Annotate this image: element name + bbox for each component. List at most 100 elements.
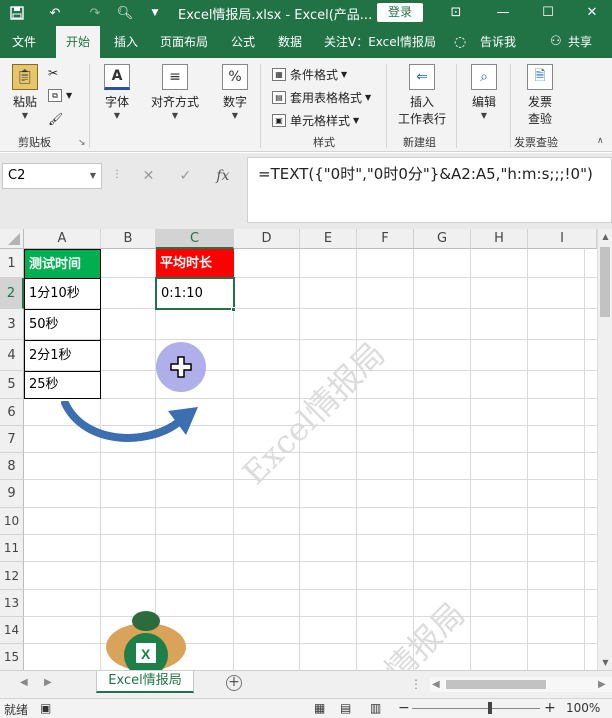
customize-qat-icon[interactable]: ▼	[142, 0, 168, 26]
column-header-e[interactable]: E	[300, 229, 357, 249]
tab-home[interactable]: 开始	[56, 26, 101, 58]
chevron-down-icon[interactable]: ▼	[90, 164, 96, 188]
tab-page-layout[interactable]: 页面布局	[160, 26, 208, 58]
horizontal-scrollbar[interactable]: ◀ ▶	[430, 677, 612, 692]
row-header-8[interactable]: 8	[0, 453, 24, 480]
scroll-thumb[interactable]	[600, 247, 610, 317]
page-layout-view-icon[interactable]: ▤	[340, 701, 351, 715]
column-header-i[interactable]: I	[528, 229, 597, 249]
cell-a5[interactable]: 25秒	[24, 371, 101, 399]
save-icon[interactable]	[4, 0, 30, 26]
cell-a2[interactable]: 1分10秒	[24, 278, 101, 310]
column-header-d[interactable]: D	[234, 229, 300, 249]
close-button[interactable]: ✕	[576, 0, 608, 26]
share-button[interactable]: 共享	[568, 26, 592, 58]
column-header-b[interactable]: B	[101, 229, 156, 249]
enter-icon[interactable]: ✓	[179, 168, 191, 184]
row-header-3[interactable]: 3	[0, 309, 24, 340]
font-button[interactable]: A 字体 ▼	[100, 64, 134, 120]
minimize-button[interactable]: —	[487, 0, 519, 26]
clipboard-launcher-icon[interactable]: ↘	[78, 138, 86, 148]
scroll-down-icon[interactable]: ▼	[598, 655, 612, 670]
paste-button[interactable]: 📋︎ 粘贴 ▼	[10, 64, 40, 120]
hscroll-thumb[interactable]	[446, 680, 546, 689]
gridline	[470, 249, 471, 670]
cell-c1[interactable]: 平均时长	[156, 249, 234, 278]
align-button[interactable]: ≡ 对齐方式 ▼	[148, 64, 202, 120]
column-header-c[interactable]: C	[156, 229, 234, 249]
zoom-in-icon[interactable]: +	[544, 700, 556, 716]
scroll-up-icon[interactable]: ▲	[598, 229, 612, 244]
cell-a3[interactable]: 50秒	[24, 309, 101, 341]
ribbon-display-icon[interactable]: ⊡	[440, 0, 472, 26]
format-painter-icon[interactable]: 🖌︎	[48, 112, 63, 126]
cut-icon[interactable]: ✂	[48, 66, 58, 80]
add-sheet-icon[interactable]: +	[226, 675, 242, 691]
column-header-g[interactable]: G	[414, 229, 471, 249]
name-box[interactable]: C2 ▼	[2, 163, 102, 189]
cell-a1[interactable]: 测试时间	[24, 249, 101, 279]
insert-row-button[interactable]: ⇐ 插入 工作表行	[396, 64, 448, 127]
copy-icon[interactable]: ⧉ ▼	[48, 89, 72, 102]
print-preview-icon[interactable]: 🔍︎	[112, 0, 138, 26]
cell-a4[interactable]: 2分1秒	[24, 340, 101, 372]
column-header-f[interactable]: F	[357, 229, 414, 249]
row-header-10[interactable]: 10	[0, 508, 24, 535]
tab-split-icon[interactable]: ⋮	[410, 677, 422, 691]
zoom-out-icon[interactable]: −	[398, 700, 410, 716]
row-header-1[interactable]: 1	[0, 249, 24, 278]
undo-icon[interactable]: ↶	[42, 0, 68, 26]
scroll-left-icon[interactable]: ◀	[432, 679, 440, 690]
invoice-check-button[interactable]: 🗎︎ 发票 查验	[520, 64, 560, 127]
insert-function-icon[interactable]: fx	[216, 168, 229, 184]
column-header-a[interactable]: A	[24, 229, 101, 249]
collapse-ribbon-icon[interactable]: ∧	[597, 136, 604, 146]
scroll-right-icon[interactable]: ▶	[598, 679, 606, 690]
zoom-slider[interactable]	[412, 708, 540, 709]
resize-handle-icon[interactable]: ⋮	[112, 169, 122, 180]
invoice-label-2: 查验	[527, 112, 552, 126]
worksheet-grid[interactable]: A B C D E F G H I 1 2 3 4 5 6 7 8 9 10 1…	[0, 229, 597, 670]
sheet-tab-active[interactable]: Excel情报局	[96, 671, 194, 693]
row-header-13[interactable]: 13	[0, 590, 24, 617]
vertical-scrollbar[interactable]: ▲ ▼	[597, 229, 612, 670]
tell-me-search[interactable]: 告诉我	[480, 26, 516, 58]
login-button[interactable]: 登录	[377, 3, 423, 22]
row-header-12[interactable]: 12	[0, 562, 24, 590]
edit-button[interactable]: ⌕ 编辑 ▼	[466, 64, 502, 120]
invoice-label-1: 发票	[527, 95, 552, 109]
row-header-5[interactable]: 5	[0, 371, 24, 399]
row-header-4[interactable]: 4	[0, 340, 24, 371]
tab-data[interactable]: 数据	[278, 26, 302, 58]
row-header-14[interactable]: 14	[0, 617, 24, 644]
tab-file[interactable]: 文件	[12, 26, 36, 58]
tab-follow[interactable]: 关注V：Excel情报局	[324, 26, 436, 58]
page-break-view-icon[interactable]: ▥	[370, 701, 381, 715]
tab-formulas[interactable]: 公式	[231, 26, 255, 58]
row-header-2[interactable]: 2	[0, 278, 24, 309]
column-header-h[interactable]: H	[471, 229, 528, 249]
sheet-next-icon[interactable]: ▶	[44, 677, 52, 688]
tab-insert[interactable]: 插入	[114, 26, 138, 58]
row-header-6[interactable]: 6	[0, 399, 24, 426]
table-format-button[interactable]: ▤ 套用表格格式 ▼	[272, 89, 371, 106]
maximize-button[interactable]: ☐	[532, 0, 564, 26]
sheet-prev-icon[interactable]: ◀	[20, 677, 28, 688]
row-header-7[interactable]: 7	[0, 426, 24, 453]
redo-icon[interactable]: ↷	[82, 0, 108, 26]
select-all-corner[interactable]	[0, 229, 24, 249]
fill-handle[interactable]	[231, 307, 236, 312]
number-button[interactable]: % 数字 ▼	[219, 64, 251, 120]
row-header-9[interactable]: 9	[0, 480, 24, 508]
zoom-slider-thumb[interactable]	[488, 702, 492, 714]
row-header-11[interactable]: 11	[0, 535, 24, 562]
cancel-icon[interactable]: ✕	[143, 168, 155, 184]
cell-style-button[interactable]: ▣ 单元格样式 ▼	[272, 112, 359, 129]
macro-record-icon[interactable]: ▣	[40, 701, 51, 715]
conditional-format-button[interactable]: ▦ 条件格式 ▼	[272, 66, 347, 83]
row-header-15[interactable]: 15	[0, 644, 24, 670]
cell-c2[interactable]: 0:1:10	[155, 277, 235, 310]
formula-input[interactable]: =TEXT({"0时","0时0分"}&A2:A5,"h:m:s;;;!0")	[247, 157, 612, 223]
zoom-level[interactable]: 100%	[566, 701, 600, 715]
normal-view-icon[interactable]: ▦	[314, 701, 325, 715]
